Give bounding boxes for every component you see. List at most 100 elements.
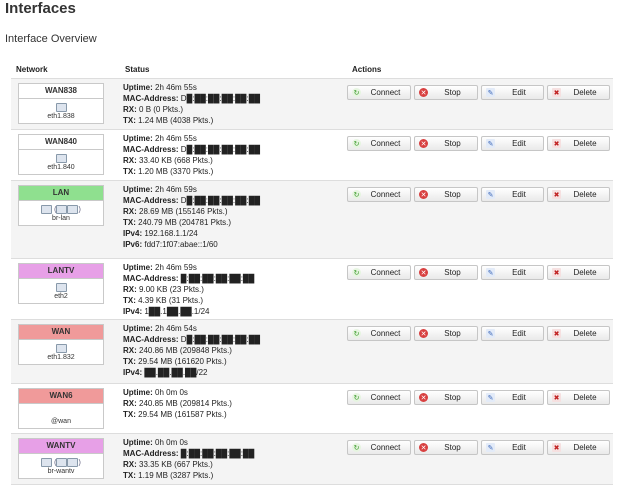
stop-icon: ✕: [419, 139, 428, 148]
delete-icon: ✖: [552, 268, 561, 277]
edit-button[interactable]: ✎ Edit: [481, 85, 544, 100]
connect-button[interactable]: ↻ Connect: [347, 85, 411, 100]
tx-line: TX: 1.19 MB (3287 Pkts.): [123, 470, 343, 481]
device-name: eth1.832: [47, 354, 75, 361]
stop-button[interactable]: ✕ Stop: [414, 265, 478, 280]
rx-value: 240.85 MB (209814 Pkts.): [139, 399, 232, 408]
page-title: Interfaces: [5, 0, 76, 17]
connect-button[interactable]: ↻ Connect: [347, 187, 411, 202]
stop-button[interactable]: ✕ Stop: [414, 187, 478, 202]
column-header-status: Status: [120, 61, 347, 79]
field-label: TX:: [123, 296, 136, 305]
delete-button[interactable]: ✖ Delete: [547, 136, 610, 151]
edit-icon: ✎: [486, 329, 495, 338]
tx-value: 29.54 MB (161620 Pkts.): [138, 357, 227, 366]
device-name: br-lan: [52, 215, 70, 222]
delete-button[interactable]: ✖ Delete: [547, 187, 610, 202]
field-label: Uptime:: [123, 263, 153, 272]
field-label: TX:: [123, 167, 136, 176]
reload-icon: ↻: [352, 139, 361, 148]
edit-button[interactable]: ✎ Edit: [481, 265, 544, 280]
delete-button[interactable]: ✖ Delete: [547, 265, 610, 280]
network-badge[interactable]: WAN838 eth1.838: [18, 83, 104, 124]
network-badge[interactable]: WAN6 @wan: [18, 388, 104, 429]
stop-button[interactable]: ✕ Stop: [414, 136, 478, 151]
network-badge[interactable]: WAN840 eth1.840: [18, 134, 104, 175]
rx-line: RX: 240.86 MB (209848 Pkts.): [123, 345, 343, 356]
rx-line: RX: 28.69 MB (155146 Pkts.): [123, 206, 343, 217]
stop-icon: ✕: [419, 329, 428, 338]
interface-row: WAN838 eth1.838 Uptime: 2h 46m 55s MAC-Addr…: [11, 78, 613, 130]
network-badge[interactable]: LANTV eth2: [18, 263, 104, 304]
network-badge[interactable]: LAN () br-lan: [18, 185, 104, 226]
ipv4-value: 1██.1██.██.1/24: [144, 307, 210, 316]
rx-value: 28.69 MB (155146 Pkts.): [139, 207, 228, 216]
connect-button[interactable]: ↻ Connect: [347, 136, 411, 151]
reload-icon: ↻: [352, 393, 361, 402]
connect-button[interactable]: ↻ Connect: [347, 326, 411, 341]
delete-button[interactable]: ✖ Delete: [547, 85, 610, 100]
field-label: IPv4:: [123, 307, 143, 316]
field-label: RX:: [123, 460, 137, 469]
actions-cell: ↻ Connect ✕ Stop ✎ Edit ✖ Delete: [347, 258, 613, 320]
field-label: RX:: [123, 105, 137, 114]
network-cell: LANTV eth2: [11, 258, 120, 320]
field-label: MAC-Address:: [123, 145, 179, 154]
field-label: TX:: [123, 218, 136, 227]
tx-value: 29.54 MB (161587 Pkts.): [138, 410, 227, 419]
field-label: TX:: [123, 410, 136, 419]
mac-line: MAC-Address: D█:██:██:██:██:██: [123, 93, 343, 104]
network-cell: LAN () br-lan: [11, 180, 120, 259]
connect-button[interactable]: ↻ Connect: [347, 440, 411, 455]
edit-icon: ✎: [486, 443, 495, 452]
rx-line: RX: 240.85 MB (209814 Pkts.): [123, 398, 343, 409]
stop-icon: ✕: [419, 268, 428, 277]
stop-icon: ✕: [419, 190, 428, 199]
delete-button[interactable]: ✖ Delete: [547, 440, 610, 455]
stop-button[interactable]: ✕ Stop: [414, 390, 478, 405]
edit-button[interactable]: ✎ Edit: [481, 326, 544, 341]
delete-button[interactable]: ✖ Delete: [547, 390, 610, 405]
network-name: WAN840: [19, 135, 103, 150]
stop-button[interactable]: ✕ Stop: [414, 85, 478, 100]
field-label: IPv4:: [123, 368, 143, 377]
edit-button[interactable]: ✎ Edit: [481, 187, 544, 202]
stop-button[interactable]: ✕ Stop: [414, 326, 478, 341]
network-name: WAN6: [19, 389, 103, 404]
rx-value: 9.00 KB (23 Pkts.): [139, 285, 204, 294]
connect-button[interactable]: ↻ Connect: [347, 390, 411, 405]
ipv4-line: IPv4: ██.██.██.██/22: [123, 367, 343, 378]
network-cell: WAN838 eth1.838: [11, 78, 120, 130]
network-cell: WANTV () br-wantv: [11, 433, 120, 485]
field-label: Uptime:: [123, 83, 153, 92]
network-name: LAN: [19, 186, 103, 201]
device-name: @wan: [51, 418, 71, 425]
network-name: WAN838: [19, 84, 103, 99]
rx-line: RX: 9.00 KB (23 Pkts.): [123, 284, 343, 295]
field-label: Uptime:: [123, 185, 153, 194]
actions-cell: ↻ Connect ✕ Stop ✎ Edit ✖ Delete: [347, 383, 613, 434]
rx-line: RX: 0 B (0 Pkts.): [123, 104, 343, 115]
device-name: eth1.840: [47, 164, 75, 171]
bridge-icon: (): [19, 201, 103, 214]
network-badge[interactable]: WAN eth1.832: [18, 324, 104, 365]
field-label: TX:: [123, 357, 136, 366]
ipv6-line: IPv6: fdd7:1f07:abae::1/60: [123, 239, 343, 250]
field-label: RX:: [123, 399, 137, 408]
tx-value: 1.19 MB (3287 Pkts.): [138, 471, 214, 480]
edit-icon: ✎: [486, 190, 495, 199]
edit-icon: ✎: [486, 268, 495, 277]
edit-button[interactable]: ✎ Edit: [481, 390, 544, 405]
edit-button[interactable]: ✎ Edit: [481, 136, 544, 151]
connect-button[interactable]: ↻ Connect: [347, 265, 411, 280]
delete-button[interactable]: ✖ Delete: [547, 326, 610, 341]
edit-button[interactable]: ✎ Edit: [481, 440, 544, 455]
rx-value: 0 B (0 Pkts.): [139, 105, 184, 114]
uptime-line: Uptime: 2h 46m 55s: [123, 133, 343, 144]
network-badge[interactable]: WANTV () br-wantv: [18, 438, 104, 479]
mac-value: D█:██:██:██:██:██: [180, 94, 261, 103]
delete-icon: ✖: [552, 139, 561, 148]
stop-button[interactable]: ✕ Stop: [414, 440, 478, 455]
mac-value: D█:██:██:██:██:██: [180, 335, 261, 344]
edit-icon: ✎: [486, 139, 495, 148]
